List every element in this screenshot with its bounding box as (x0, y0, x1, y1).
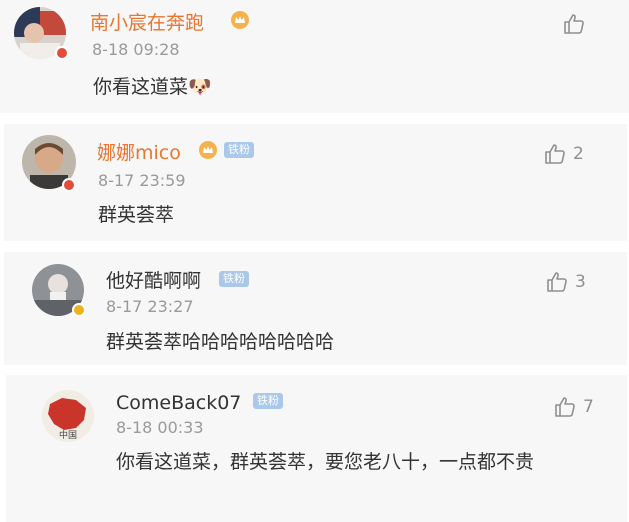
like-count: 7 (583, 397, 594, 417)
comment-text: 群英荟萃 (98, 204, 175, 226)
thumbs-up-icon (547, 272, 567, 292)
like-count: 2 (573, 144, 584, 164)
like-button[interactable]: 7 (553, 395, 594, 419)
like-count: 3 (575, 272, 586, 292)
like-button[interactable] (562, 12, 592, 36)
comment-card: 他好酷啊啊 铁粉 8-17 23:27 群英荟萃哈哈哈哈哈哈哈哈 3 (4, 252, 627, 365)
comment-card: 南小宸在奔跑 8-18 09:28 你看这道菜🐶 (0, 0, 629, 113)
comment-time: 8-17 23:59 (98, 171, 186, 190)
comment-text: 群英荟萃哈哈哈哈哈哈哈哈 (106, 331, 335, 353)
fan-tag: 铁粉 (224, 142, 254, 158)
like-button[interactable]: 2 (543, 142, 584, 166)
like-button[interactable]: 3 (545, 270, 586, 294)
comment-text: 你看这道菜🐶 (93, 76, 212, 98)
thumbs-up-icon (545, 144, 565, 164)
verified-badge-icon (62, 178, 76, 192)
svg-text:中国: 中国 (59, 429, 77, 441)
comment-username[interactable]: 南小宸在奔跑 (90, 12, 204, 34)
comment-username[interactable]: ComeBack07 (116, 392, 241, 414)
fan-tag: 铁粉 (253, 393, 283, 409)
fan-tag: 铁粉 (219, 271, 249, 287)
avatar[interactable]: 中国 (42, 390, 94, 442)
comment-text: 你看这道菜，群英荟萃，要您老八十，一点都不贵 (116, 451, 535, 473)
comment-time: 8-18 09:28 (92, 40, 180, 59)
comment-username[interactable]: 他好酷啊啊 (106, 270, 201, 292)
comment-card: 娜娜mico 铁粉 8-17 23:59 群英荟萃 2 (4, 124, 627, 241)
vip-crown-icon (231, 11, 249, 29)
comment-time: 8-18 00:33 (116, 418, 204, 437)
verified-badge-icon (55, 46, 69, 60)
comment-time: 8-17 23:27 (106, 297, 194, 316)
thumbs-up-icon (555, 397, 575, 417)
verified-badge-icon (72, 303, 86, 317)
comment-username[interactable]: 娜娜mico (97, 142, 181, 164)
thumbs-up-icon (564, 14, 584, 34)
vip-crown-icon (199, 141, 217, 159)
comment-card: 中国 ComeBack07 铁粉 8-18 00:33 你看这道菜，群英荟萃，要… (6, 375, 627, 522)
